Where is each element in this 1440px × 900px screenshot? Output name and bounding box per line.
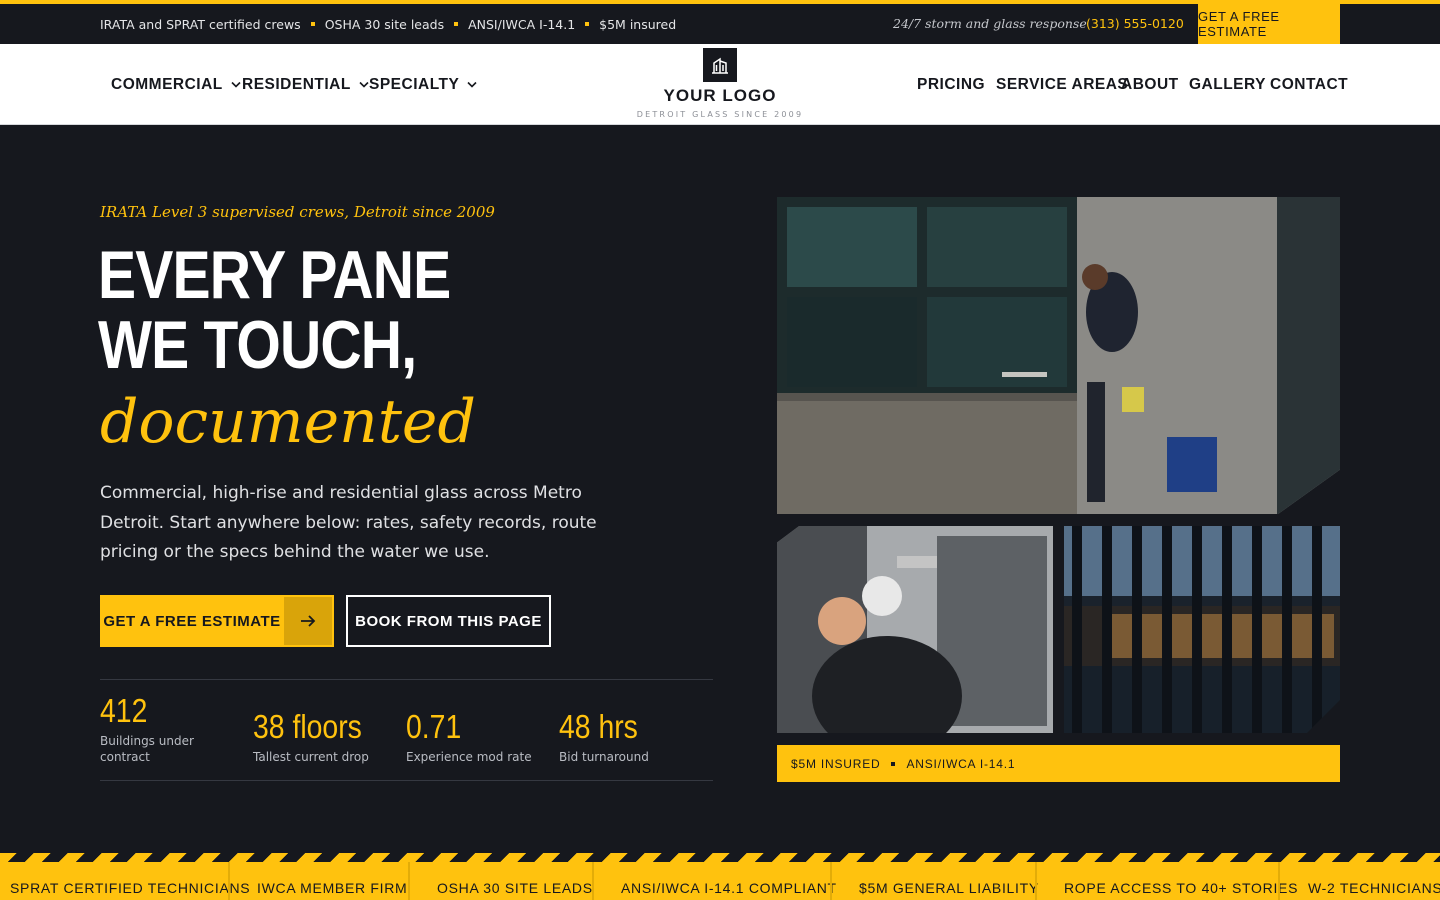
certifications-list: IRATA and SPRAT certified crews OSHA 30 … [100,4,676,44]
ticker-item: $5M GENERAL LIABILITY [859,880,1039,896]
get-estimate-button[interactable]: GET A FREE ESTIMATE [100,595,334,647]
window-washer-photo [777,526,1053,733]
ticker-item: ROPE ACCESS TO 40+ STORIES [1064,880,1299,896]
office-tower-photo [1064,526,1340,733]
headline-line: WE TOUCH, [98,307,417,383]
rope-access-photo [777,197,1340,514]
storm-response-text: 24/7 storm and glass response [893,16,1087,31]
nav-label: RESIDENTIAL [242,75,351,93]
ticker-divider [830,862,832,900]
button-label: GET A FREE ESTIMATE [103,612,281,630]
top-estimate-button[interactable]: GET A FREE ESTIMATE [1198,4,1340,44]
ticker-item: SPRAT CERTIFIED TECHNICIANS [10,880,251,896]
stat-caption: Experience mod rate [406,750,532,764]
nav-label: COMMERCIAL [111,75,223,93]
stat-caption: Bid turnaround [559,750,649,764]
hero-headline: EVERY PANE WE TOUCH, [98,237,451,383]
ticker-divider [1278,862,1280,900]
nav-item-contact[interactable]: CONTACT [1270,44,1348,125]
ticker-item: W-2 TECHNICIANS ON [1308,880,1440,896]
book-button[interactable]: BOOK FROM THIS PAGE [346,595,551,647]
stat-caption: Buildings under contract [100,734,194,764]
top-bar: IRATA and SPRAT certified crews OSHA 30 … [0,0,1440,44]
building-icon [703,48,737,82]
cert-item: $5M insured [599,16,677,32]
nav-item-service-areas[interactable]: SERVICE AREAS [996,44,1128,125]
separator-dot [891,761,896,766]
strip-item: $5M INSURED [791,756,881,771]
ticker-item: ANSI/IWCA I-14.1 COMPLIANT [621,880,837,896]
insurance-strip: $5M INSURED ANSI/IWCA I-14.1 [777,745,1340,782]
phone-link[interactable]: (313) 555-0120 [1086,4,1184,44]
stat-value: 0.71 [406,708,462,745]
site-logo[interactable]: YOUR LOGO DETROIT GLASS SINCE 2009 [620,48,820,122]
logo-name: YOUR LOGO [663,86,777,105]
stat-value: 48 hrs [559,708,638,745]
hero-kicker: IRATA Level 3 supervised crews, Detroit … [100,203,495,221]
hazard-stripe [0,853,1440,862]
separator-dot [310,22,315,26]
nav-item-about[interactable]: ABOUT [1121,44,1179,125]
logo-tagline: DETROIT GLASS SINCE 2009 [636,110,804,119]
cert-item: IRATA and SPRAT certified crews [100,16,301,32]
nav-item-residential[interactable]: RESIDENTIAL [242,44,369,125]
stat-value: 38 floors [253,708,362,745]
separator-dot [585,22,590,26]
cert-item: OSHA 30 site leads [324,16,445,32]
credentials-ticker: SPRAT CERTIFIED TECHNICIANS IWCA MEMBER … [0,862,1440,900]
nav-label: SPECIALTY [369,75,460,93]
nav-item-pricing[interactable]: PRICING [917,44,985,125]
separator-dot [454,22,459,26]
hero-lead: Commercial, high-rise and residential gl… [100,483,597,562]
stat-value: 412 [100,692,148,729]
ticker-item: IWCA MEMBER FIRM [257,880,408,896]
hero-headline-emphasis: documented [100,387,476,457]
ticker-divider [1035,862,1037,900]
ticker-divider [228,862,230,900]
nav-item-commercial[interactable]: COMMERCIAL [111,44,241,125]
headline-line: EVERY PANE [98,237,451,313]
stat-caption: Tallest current drop [253,750,369,764]
arrow-right-icon [284,597,332,645]
chevron-down-icon [359,81,369,88]
chevron-down-icon [231,81,241,88]
ticker-item: OSHA 30 SITE LEADS [437,880,593,896]
chevron-down-icon [467,81,477,88]
strip-item: ANSI/IWCA I-14.1 [906,756,1016,771]
ticker-divider [592,862,594,900]
cert-item: ANSI/IWCA I-14.1 [468,16,576,32]
nav-item-specialty[interactable]: SPECIALTY [369,44,477,125]
ticker-divider [408,862,410,900]
nav-item-gallery[interactable]: GALLERY [1189,44,1266,125]
stats-row: 412 Buildings under contract 38 floors Ta… [100,679,713,781]
